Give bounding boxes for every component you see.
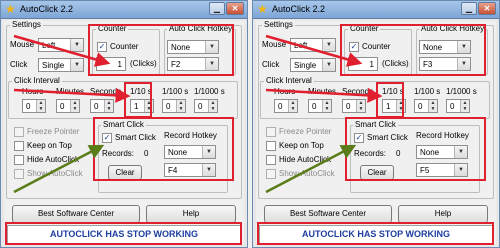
window-title: AutoClick 2.2 (20, 4, 74, 14)
freeze-pointer-checkbox[interactable] (14, 127, 24, 137)
spin-arrows-icon: ▲ ▼ (36, 100, 45, 112)
freeze-pointer-label: Freeze Pointer (27, 127, 80, 136)
chevron-down-icon: ▼ (70, 59, 83, 71)
hundredth-second-spinner[interactable]: 0 ▲ ▼ (414, 99, 438, 113)
spin-arrows-icon: ▲ ▼ (288, 100, 297, 112)
keep-on-top-checkbox[interactable] (266, 141, 276, 151)
spin-arrows-icon: ▲ ▼ (208, 100, 217, 112)
title-bar[interactable]: ★ AutoClick 2.2 ▁ ✕ (1, 1, 247, 19)
minutes-label: Minutes (56, 87, 85, 96)
spin-arrows-icon: ▲ ▼ (322, 100, 331, 112)
highlight-box-smart-click (345, 117, 486, 181)
highlight-box-smart-click (93, 117, 234, 181)
chevron-down-icon: ▼ (70, 39, 83, 51)
mouse-label: Mouse (262, 40, 287, 49)
minutes-label: Minutes (308, 87, 337, 96)
help-button[interactable]: Help (146, 205, 236, 223)
close-icon: ✕ (483, 4, 491, 13)
highlight-box-status (5, 222, 242, 245)
minimize-button[interactable]: ▁ (461, 2, 477, 15)
thousandth-second-label: 1/1000 s (446, 87, 477, 96)
click-label: Click (262, 60, 280, 69)
best-software-center-button[interactable]: Best Software Center (12, 205, 140, 223)
freeze-pointer-checkbox[interactable] (266, 127, 276, 137)
hundredth-second-spinner[interactable]: 0 ▲ ▼ (162, 99, 186, 113)
chevron-down-icon: ▼ (322, 39, 335, 51)
hide-autoclick-label: Hide AutoClick (279, 155, 332, 164)
show-autoclick-checkbox[interactable] (266, 169, 276, 179)
title-bar[interactable]: ★ AutoClick 2.2 ▁ ✕ (253, 1, 499, 19)
mouse-label: Mouse (10, 40, 35, 49)
hundredth-second-label: 1/100 s (414, 87, 441, 96)
hours-spinner[interactable]: 0 ▲ ▼ (274, 99, 298, 113)
settings-label: Settings (262, 20, 295, 30)
window-title: AutoClick 2.2 (272, 4, 326, 14)
seconds-spinner[interactable]: 0 ▲ ▼ (90, 99, 114, 113)
minutes-spinner[interactable]: 0 ▲ ▼ (308, 99, 332, 113)
mouse-select[interactable]: Left ▼ (38, 38, 84, 52)
seconds-label: Seconds (342, 87, 374, 96)
spin-arrows-icon: ▲ ▼ (460, 100, 469, 112)
thousandth-second-spinner[interactable]: 0 ▲ ▼ (446, 99, 470, 113)
settings-label: Settings (10, 20, 43, 30)
mouse-select[interactable]: Left ▼ (290, 38, 336, 52)
hide-autoclick-checkbox[interactable] (14, 155, 24, 165)
interval-label: Click Interval (264, 76, 314, 86)
highlight-box-counter-hotkey (88, 24, 234, 76)
highlight-box-status (257, 222, 494, 245)
spin-arrows-icon: ▲ ▼ (356, 100, 365, 112)
spin-arrows-icon: ▲ ▼ (176, 100, 185, 112)
keep-on-top-label: Keep on Top (27, 141, 72, 150)
interval-label: Click Interval (12, 76, 62, 86)
click-type-select[interactable]: Single ▼ (38, 58, 84, 72)
keep-on-top-checkbox[interactable] (14, 141, 24, 151)
highlight-box-interval (376, 82, 404, 118)
star-icon: ★ (257, 2, 268, 16)
close-button[interactable]: ✕ (478, 2, 496, 15)
highlight-box-counter-hotkey (340, 24, 486, 76)
seconds-label: Seconds (90, 87, 122, 96)
show-autoclick-label: Show AutoClick (27, 169, 83, 178)
keep-on-top-label: Keep on Top (279, 141, 324, 150)
best-software-center-button[interactable]: Best Software Center (264, 205, 392, 223)
close-icon: ✕ (231, 4, 239, 13)
spin-arrows-icon: ▲ ▼ (104, 100, 113, 112)
thousandth-second-label: 1/1000 s (194, 87, 225, 96)
minimize-icon: ▁ (465, 4, 473, 13)
spin-arrows-icon: ▲ ▼ (70, 100, 79, 112)
hundredth-second-label: 1/100 s (162, 87, 189, 96)
thousandth-second-spinner[interactable]: 0 ▲ ▼ (194, 99, 218, 113)
star-icon: ★ (5, 2, 16, 16)
hours-label: Hours (274, 87, 296, 96)
help-button[interactable]: Help (398, 205, 488, 223)
minutes-spinner[interactable]: 0 ▲ ▼ (56, 99, 80, 113)
hide-autoclick-checkbox[interactable] (266, 155, 276, 165)
show-autoclick-checkbox[interactable] (14, 169, 24, 179)
show-autoclick-label: Show AutoClick (279, 169, 335, 178)
spin-arrows-icon: ▲ ▼ (428, 100, 437, 112)
click-type-select[interactable]: Single ▼ (290, 58, 336, 72)
highlight-box-interval (124, 82, 152, 118)
minimize-icon: ▁ (213, 4, 221, 13)
hours-spinner[interactable]: 0 ▲ ▼ (22, 99, 46, 113)
chevron-down-icon: ▼ (322, 59, 335, 71)
seconds-spinner[interactable]: 0 ▲ ▼ (342, 99, 366, 113)
hours-label: Hours (22, 87, 44, 96)
click-label: Click (10, 60, 28, 69)
hide-autoclick-label: Hide AutoClick (27, 155, 80, 164)
minimize-button[interactable]: ▁ (209, 2, 225, 15)
freeze-pointer-label: Freeze Pointer (279, 127, 332, 136)
close-button[interactable]: ✕ (226, 2, 244, 15)
